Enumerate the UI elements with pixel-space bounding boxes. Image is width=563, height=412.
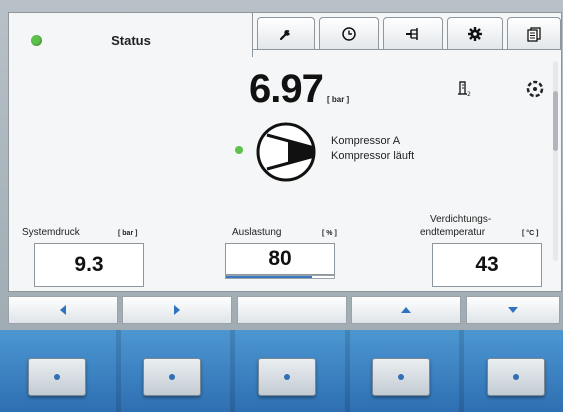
panel-divider — [345, 330, 350, 412]
temperature-field: 43 — [432, 243, 542, 287]
temperature-unit: [ °C ] — [522, 230, 539, 237]
compressor-led-icon — [235, 146, 243, 154]
hardware-button-2[interactable] — [143, 358, 201, 396]
network-pressure-value: 6.97 — [249, 67, 324, 111]
svg-text:2: 2 — [467, 91, 471, 97]
panel-divider — [230, 330, 235, 412]
load-unit: [ % ] — [322, 230, 337, 237]
arrow-left-icon — [60, 305, 66, 315]
softkey-down[interactable] — [466, 296, 560, 324]
compressor-symbol-icon — [256, 122, 316, 182]
tab-settings[interactable] — [447, 17, 503, 49]
load-progress-fill — [226, 276, 313, 278]
system-pressure-field: 9.3 — [34, 243, 144, 287]
tab-status-label: Status — [111, 33, 151, 48]
network-icon — [406, 27, 418, 40]
compressor-status-text: Kompressor läuft — [331, 150, 415, 162]
button-dot-icon — [54, 374, 60, 380]
network-pressure-unit: [ bar ] — [327, 95, 350, 104]
button-dot-icon — [398, 374, 404, 380]
fan-icon[interactable] — [525, 79, 545, 99]
hardware-button-3[interactable] — [258, 358, 316, 396]
panel-divider — [459, 330, 464, 412]
system-pressure-label: Systemdruck — [22, 227, 80, 238]
button-dot-icon — [169, 374, 175, 380]
gear-icon — [468, 26, 482, 41]
hardware-button-5[interactable] — [487, 358, 545, 396]
temperature-label-line2: endtemperatur — [420, 227, 486, 238]
compressor-name: Kompressor A — [331, 135, 401, 147]
system-pressure-unit: [ bar ] — [118, 230, 138, 237]
load-label: Auslastung — [232, 227, 282, 238]
hardware-button-4[interactable] — [372, 358, 430, 396]
tab-status[interactable]: Status — [9, 13, 253, 57]
clock-icon — [342, 26, 356, 41]
softkey-up[interactable] — [351, 296, 461, 324]
documents-icon — [527, 26, 541, 42]
temperature-label-line1: Verdichtungs- — [430, 214, 492, 225]
controller-icon: 2 — [458, 81, 471, 97]
tab-network[interactable] — [383, 17, 443, 49]
button-dot-icon — [284, 374, 290, 380]
hardware-button-1[interactable] — [28, 358, 86, 396]
button-dot-icon — [513, 374, 519, 380]
tab-maintenance[interactable] — [257, 17, 315, 49]
scrollbar-thumb[interactable] — [553, 91, 558, 151]
arrow-up-icon — [401, 307, 411, 313]
arrow-right-icon — [174, 305, 180, 315]
tab-strip-border — [253, 49, 561, 50]
wrench-icon — [279, 29, 290, 40]
softkey-blank[interactable] — [237, 296, 347, 324]
softkey-right[interactable] — [122, 296, 232, 324]
load-field: 80 — [225, 243, 335, 275]
scrollbar[interactable] — [553, 61, 558, 261]
tab-documents[interactable] — [507, 17, 561, 49]
arrow-down-icon — [508, 307, 518, 313]
tab-timer[interactable] — [319, 17, 379, 49]
softkey-left[interactable] — [8, 296, 118, 324]
load-progress-bar — [225, 275, 335, 279]
panel-divider — [116, 330, 121, 412]
